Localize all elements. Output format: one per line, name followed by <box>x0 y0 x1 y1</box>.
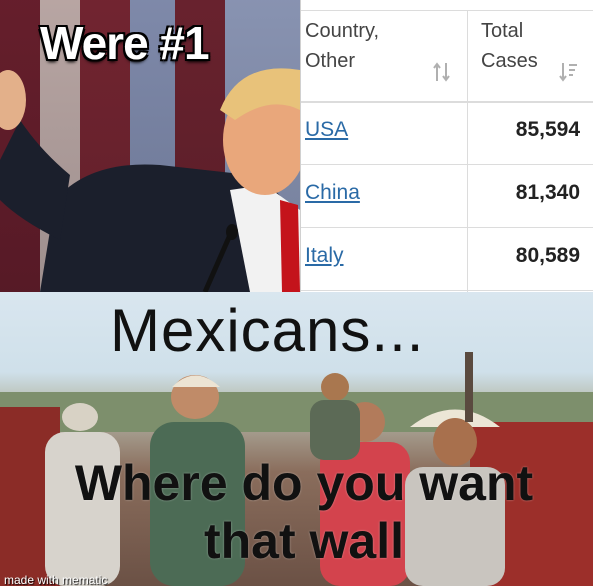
table-row: China 81,340 <box>301 165 593 228</box>
cases-table: Country, Other Total Cases USA 85,594 Ch… <box>300 0 593 292</box>
table-row: USA 85,594 <box>301 102 593 165</box>
case-count: 85,594 <box>515 118 580 141</box>
caption-mexicans: Mexicans... <box>110 297 425 364</box>
sort-descending-icon[interactable] <box>558 61 578 83</box>
top-caption: Were #1 <box>40 17 210 69</box>
header-cases-line1: Total <box>481 20 524 42</box>
caption-wall: Where do you want that wall <box>74 455 534 569</box>
table-row: Italy 80,589 <box>301 228 593 291</box>
sort-arrows-icon[interactable] <box>432 61 452 83</box>
header-cases-line2: Cases <box>481 50 538 72</box>
header-country-line2: Other <box>305 50 356 72</box>
header-total-cases[interactable]: Total Cases <box>481 16 538 76</box>
country-link[interactable]: Italy <box>305 244 344 268</box>
header-country[interactable]: Country, Other <box>305 16 379 76</box>
mematic-watermark: made with mematic <box>4 573 108 586</box>
header-country-line1: Country, <box>305 20 380 42</box>
case-count: 80,589 <box>515 244 580 267</box>
country-link[interactable]: China <box>305 181 360 205</box>
meme-image: Were #1 Country, Other Total Cases USA 8… <box>0 0 593 586</box>
case-count: 81,340 <box>515 181 580 204</box>
country-link[interactable]: USA <box>305 118 348 142</box>
workers-photo: Mexicans... Where do you want that wall … <box>0 292 593 586</box>
politician-photo: Were #1 <box>0 0 300 292</box>
